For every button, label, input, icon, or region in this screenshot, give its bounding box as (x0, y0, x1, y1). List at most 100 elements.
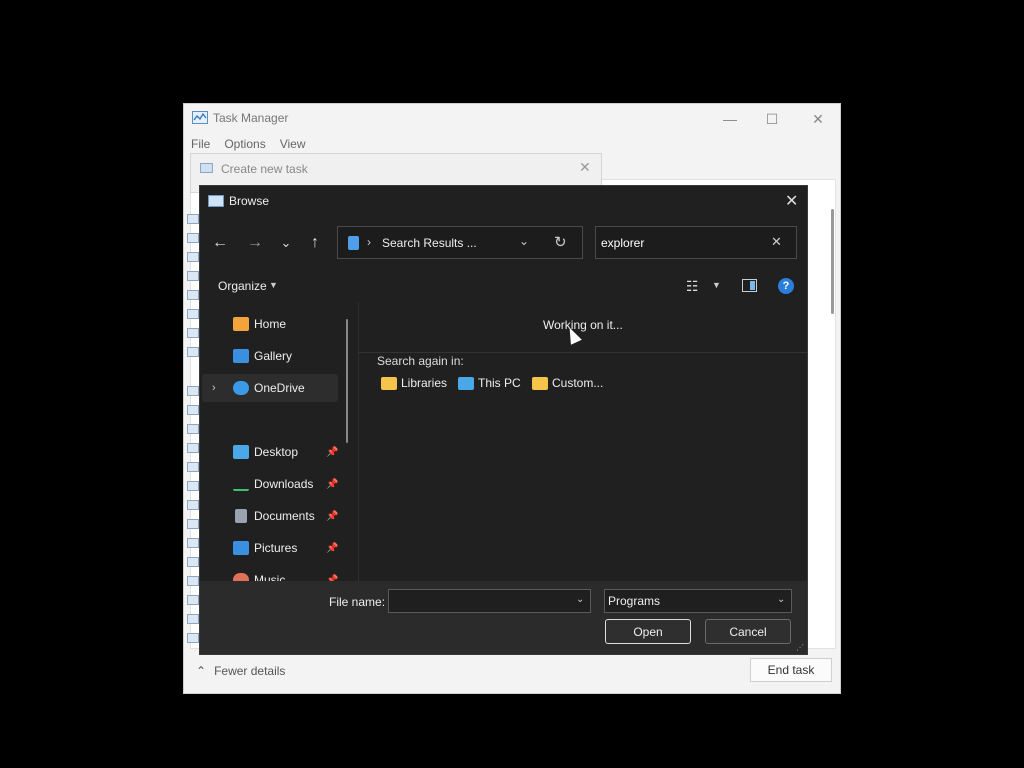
nav-item-onedrive[interactable]: › OneDrive (202, 374, 338, 402)
open-button[interactable]: Open (605, 619, 691, 644)
search-box[interactable]: ✕ (595, 226, 797, 259)
search-input[interactable] (601, 234, 761, 252)
location-label: This PC (478, 376, 521, 390)
command-bar: Organize ▼ ☷ ▼ ? (200, 272, 807, 302)
nav-item-music[interactable]: Music 📌 (202, 566, 338, 581)
documents-icon (235, 509, 247, 523)
process-icon (187, 443, 199, 453)
location-label: Custom... (552, 376, 604, 390)
nav-item-downloads[interactable]: Downloads 📌 (202, 470, 338, 498)
process-icon (187, 614, 199, 624)
process-icon (187, 462, 199, 472)
end-task-button[interactable]: End task (750, 658, 832, 682)
process-icon (187, 595, 199, 605)
menu-view[interactable]: View (280, 137, 306, 151)
file-name-combobox[interactable]: ⌄ (388, 589, 591, 613)
nav-item-label: OneDrive (254, 381, 305, 395)
caret-down-icon: ▼ (269, 280, 278, 290)
resize-grip-icon[interactable]: ⋰ (796, 643, 804, 652)
custom-folder-icon (532, 376, 548, 390)
search-again-label: Search again in: (377, 354, 464, 368)
process-icon (187, 214, 199, 224)
process-icon (187, 328, 199, 338)
pin-icon: 📌 (326, 478, 339, 490)
view-dropdown-icon[interactable]: ▼ (712, 280, 721, 290)
expand-chevron-icon[interactable]: › (212, 382, 216, 394)
chevron-down-icon[interactable]: ⌄ (576, 594, 584, 605)
process-icon (187, 309, 199, 319)
create-new-task-close-button[interactable]: ✕ (579, 159, 591, 176)
navigation-pane: Home Gallery › OneDrive Desktop 📌 Downlo… (200, 302, 356, 581)
navigation-pane-scrollbar[interactable] (346, 319, 348, 443)
nav-item-label: Pictures (254, 541, 298, 555)
breadcrumb-chevron-icon: › (367, 235, 371, 249)
process-icon (187, 386, 199, 396)
desktop-icon (233, 445, 249, 459)
browse-dialog: Browse ✕ ← → ⌄ ↑ › Search Results ... ⌄ … (199, 185, 808, 655)
music-icon (233, 573, 249, 581)
nav-item-label: Gallery (254, 349, 293, 363)
view-options-icon[interactable]: ☷ (686, 278, 699, 295)
clear-search-button[interactable]: ✕ (771, 234, 782, 250)
file-name-label: File name: (329, 595, 386, 609)
back-button[interactable]: ← (209, 232, 231, 254)
results-pane: Working on it... Search again in: Librar… (359, 302, 807, 581)
process-icon (187, 233, 199, 243)
maximize-button[interactable]: ☐ (752, 108, 792, 130)
up-button[interactable]: ↑ (304, 232, 326, 254)
minimize-button[interactable]: — (710, 108, 750, 130)
pin-icon: 📌 (326, 542, 339, 554)
nav-item-label: Desktop (254, 445, 299, 459)
task-manager-icon (192, 111, 208, 124)
preview-pane-icon[interactable] (742, 279, 757, 292)
process-icon (187, 290, 199, 300)
search-location-custom[interactable]: Custom... (532, 376, 603, 390)
process-icon (187, 519, 199, 529)
fewer-details-label: Fewer details (214, 664, 286, 678)
process-icon (187, 538, 199, 548)
chevron-up-icon: ⌃ (196, 664, 207, 678)
create-new-task-title: Create new task (221, 162, 308, 176)
task-manager-titlebar[interactable]: Task Manager — ☐ ✕ (184, 104, 840, 132)
nav-item-pictures[interactable]: Pictures 📌 (202, 534, 338, 562)
process-icon (187, 500, 199, 510)
nav-item-label: Music (254, 573, 286, 581)
search-location-libraries[interactable]: Libraries (381, 376, 447, 390)
process-icon (187, 347, 199, 357)
search-location-this-pc[interactable]: This PC (458, 376, 521, 390)
menu-options[interactable]: Options (224, 137, 265, 151)
refresh-button[interactable]: ↻ (554, 233, 567, 251)
download-icon (233, 477, 249, 491)
nav-item-label: Downloads (254, 477, 314, 491)
chevron-down-icon[interactable]: ⌄ (777, 594, 785, 605)
close-button[interactable]: ✕ (798, 108, 838, 130)
address-bar[interactable]: › Search Results ... ⌄ ↻ (337, 226, 583, 259)
help-icon[interactable]: ? (778, 278, 794, 294)
nav-item-gallery[interactable]: Gallery (202, 342, 338, 370)
menu-file[interactable]: File (191, 137, 210, 151)
process-icon (187, 252, 199, 262)
search-results-icon (348, 236, 359, 250)
process-icon (187, 633, 199, 643)
fewer-details-button[interactable]: ⌃ Fewer details (196, 664, 285, 678)
process-icon (187, 424, 199, 434)
home-icon (233, 317, 249, 331)
process-icon (187, 271, 199, 281)
browse-title: Browse (229, 194, 270, 208)
nav-item-label: Documents (254, 509, 315, 523)
browse-close-button[interactable]: ✕ (785, 191, 798, 211)
nav-item-documents[interactable]: Documents 📌 (202, 502, 338, 530)
nav-item-home[interactable]: Home (202, 310, 338, 338)
process-list-scrollbar[interactable] (831, 209, 834, 314)
cancel-button[interactable]: Cancel (705, 619, 791, 644)
recent-locations-button[interactable]: ⌄ (275, 232, 297, 254)
file-type-select[interactable]: Programs ⌄ (604, 589, 792, 613)
this-pc-icon (458, 376, 474, 390)
forward-button[interactable]: → (244, 232, 266, 254)
location-label: Libraries (401, 376, 448, 390)
process-icon (187, 405, 199, 415)
nav-item-desktop[interactable]: Desktop 📌 (202, 438, 338, 466)
address-dropdown-button[interactable]: ⌄ (519, 234, 529, 248)
breadcrumb-search-results[interactable]: Search Results ... (382, 236, 477, 250)
organize-button[interactable]: Organize (218, 279, 267, 293)
